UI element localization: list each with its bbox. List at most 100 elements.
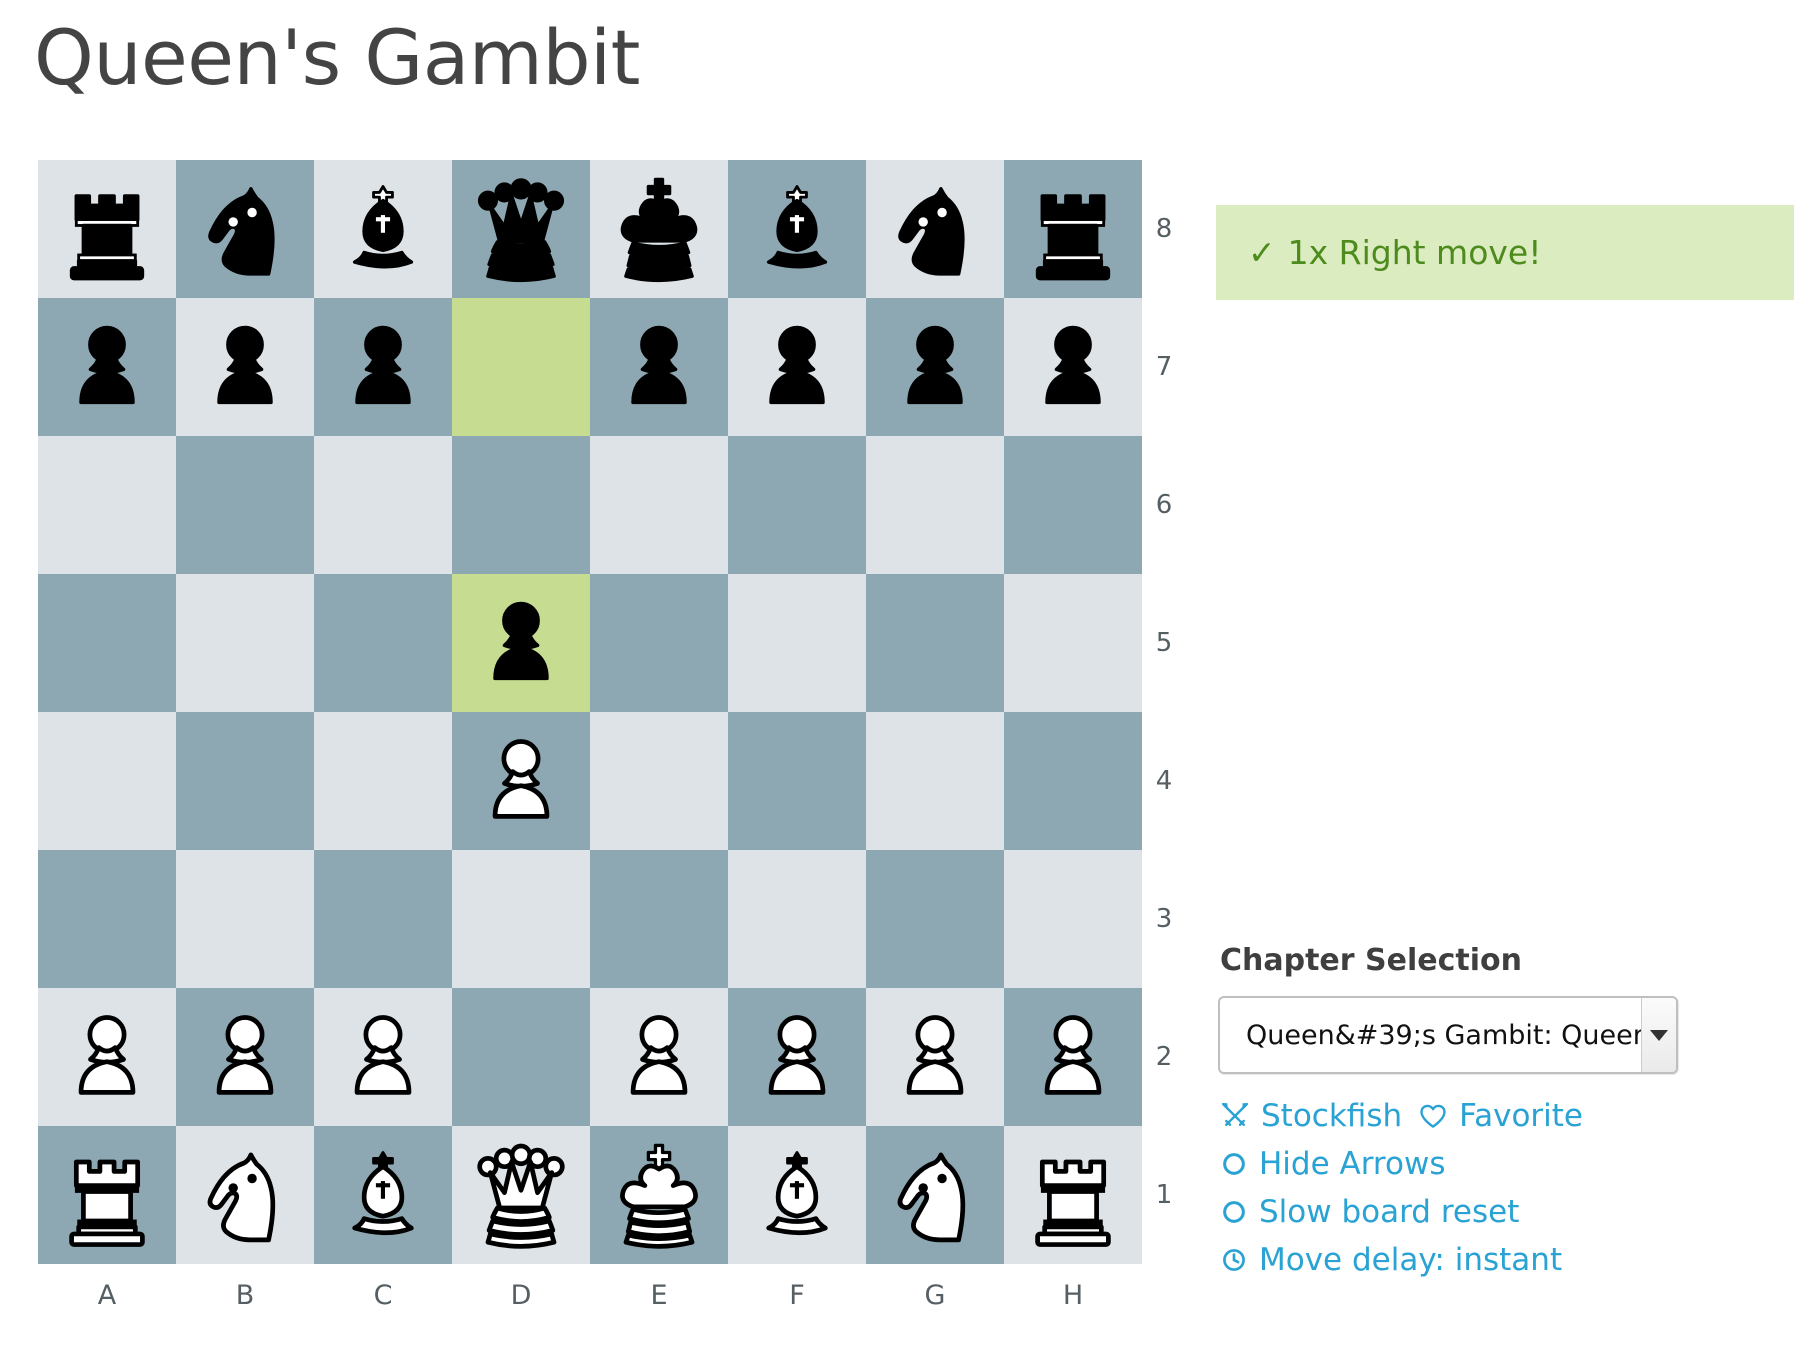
- board-square-c7[interactable]: [314, 298, 452, 436]
- board-square-f4[interactable]: [728, 712, 866, 850]
- board-square-e2[interactable]: [590, 988, 728, 1126]
- black-knight-icon[interactable]: [866, 160, 1004, 298]
- white-pawn-icon[interactable]: [314, 988, 452, 1126]
- action-link-slow-board-reset[interactable]: Slow board reset: [1220, 1194, 1519, 1230]
- board-square-d8[interactable]: [452, 160, 590, 298]
- board-square-g1[interactable]: [866, 1126, 1004, 1264]
- board-square-h5[interactable]: [1004, 574, 1142, 712]
- board-square-c6[interactable]: [314, 436, 452, 574]
- board-square-h8[interactable]: [1004, 160, 1142, 298]
- chapter-select[interactable]: Queen&#39;s Gambit: Queen&#39;s G: [1218, 996, 1678, 1074]
- board-square-h2[interactable]: [1004, 988, 1142, 1126]
- white-bishop-icon[interactable]: [728, 1126, 866, 1264]
- black-bishop-icon[interactable]: [314, 160, 452, 298]
- black-queen-icon[interactable]: [452, 160, 590, 298]
- board-square-h3[interactable]: [1004, 850, 1142, 988]
- action-link-move-delay-instant[interactable]: Move delay: instant: [1220, 1242, 1562, 1278]
- white-king-icon[interactable]: [590, 1126, 728, 1264]
- board-square-g4[interactable]: [866, 712, 1004, 850]
- white-pawn-icon[interactable]: [1004, 988, 1142, 1126]
- white-bishop-icon[interactable]: [314, 1126, 452, 1264]
- board-square-f1[interactable]: [728, 1126, 866, 1264]
- board-square-a3[interactable]: [38, 850, 176, 988]
- board-square-e8[interactable]: [590, 160, 728, 298]
- board-square-a1[interactable]: [38, 1126, 176, 1264]
- chevron-down-icon[interactable]: [1641, 998, 1676, 1072]
- white-pawn-icon[interactable]: [590, 988, 728, 1126]
- black-pawn-icon[interactable]: [452, 574, 590, 712]
- board-square-c1[interactable]: [314, 1126, 452, 1264]
- black-pawn-icon[interactable]: [38, 298, 176, 436]
- board-square-e1[interactable]: [590, 1126, 728, 1264]
- black-pawn-icon[interactable]: [1004, 298, 1142, 436]
- white-rook-icon[interactable]: [1004, 1126, 1142, 1264]
- white-pawn-icon[interactable]: [866, 988, 1004, 1126]
- board-square-h7[interactable]: [1004, 298, 1142, 436]
- black-pawn-icon[interactable]: [590, 298, 728, 436]
- board-square-a6[interactable]: [38, 436, 176, 574]
- chess-board[interactable]: [38, 160, 1142, 1264]
- white-pawn-icon[interactable]: [38, 988, 176, 1126]
- board-square-c2[interactable]: [314, 988, 452, 1126]
- black-rook-icon[interactable]: [1004, 160, 1142, 298]
- white-pawn-icon[interactable]: [452, 712, 590, 850]
- board-square-f2[interactable]: [728, 988, 866, 1126]
- black-pawn-icon[interactable]: [728, 298, 866, 436]
- board-square-f8[interactable]: [728, 160, 866, 298]
- black-pawn-icon[interactable]: [176, 298, 314, 436]
- white-knight-icon[interactable]: [176, 1126, 314, 1264]
- white-pawn-icon[interactable]: [176, 988, 314, 1126]
- white-knight-icon[interactable]: [866, 1126, 1004, 1264]
- black-pawn-icon[interactable]: [314, 298, 452, 436]
- white-rook-icon[interactable]: [38, 1126, 176, 1264]
- board-square-g6[interactable]: [866, 436, 1004, 574]
- board-square-e3[interactable]: [590, 850, 728, 988]
- black-king-icon[interactable]: [590, 160, 728, 298]
- board-square-a2[interactable]: [38, 988, 176, 1126]
- board-square-e4[interactable]: [590, 712, 728, 850]
- board-square-c3[interactable]: [314, 850, 452, 988]
- action-link-favorite[interactable]: Favorite: [1418, 1098, 1583, 1134]
- board-square-c4[interactable]: [314, 712, 452, 850]
- black-knight-icon[interactable]: [176, 160, 314, 298]
- board-square-b5[interactable]: [176, 574, 314, 712]
- board-square-d5[interactable]: [452, 574, 590, 712]
- board-square-f3[interactable]: [728, 850, 866, 988]
- board-square-b1[interactable]: [176, 1126, 314, 1264]
- board-square-f6[interactable]: [728, 436, 866, 574]
- white-queen-icon[interactable]: [452, 1126, 590, 1264]
- board-square-e6[interactable]: [590, 436, 728, 574]
- board-square-a8[interactable]: [38, 160, 176, 298]
- board-square-f7[interactable]: [728, 298, 866, 436]
- board-square-h4[interactable]: [1004, 712, 1142, 850]
- black-bishop-icon[interactable]: [728, 160, 866, 298]
- board-square-c8[interactable]: [314, 160, 452, 298]
- board-square-a5[interactable]: [38, 574, 176, 712]
- board-square-c5[interactable]: [314, 574, 452, 712]
- board-square-e5[interactable]: [590, 574, 728, 712]
- board-square-g8[interactable]: [866, 160, 1004, 298]
- board-square-b8[interactable]: [176, 160, 314, 298]
- board-square-d3[interactable]: [452, 850, 590, 988]
- board-square-b2[interactable]: [176, 988, 314, 1126]
- board-square-g5[interactable]: [866, 574, 1004, 712]
- board-square-h1[interactable]: [1004, 1126, 1142, 1264]
- board-square-g7[interactable]: [866, 298, 1004, 436]
- board-square-d6[interactable]: [452, 436, 590, 574]
- board-square-a4[interactable]: [38, 712, 176, 850]
- action-link-stockfish[interactable]: Stockfish: [1220, 1098, 1402, 1134]
- board-square-d4[interactable]: [452, 712, 590, 850]
- board-square-b6[interactable]: [176, 436, 314, 574]
- board-square-h6[interactable]: [1004, 436, 1142, 574]
- board-square-g3[interactable]: [866, 850, 1004, 988]
- board-square-g2[interactable]: [866, 988, 1004, 1126]
- board-square-b7[interactable]: [176, 298, 314, 436]
- white-pawn-icon[interactable]: [728, 988, 866, 1126]
- board-square-a7[interactable]: [38, 298, 176, 436]
- board-square-d1[interactable]: [452, 1126, 590, 1264]
- black-rook-icon[interactable]: [38, 160, 176, 298]
- board-square-f5[interactable]: [728, 574, 866, 712]
- black-pawn-icon[interactable]: [866, 298, 1004, 436]
- board-square-e7[interactable]: [590, 298, 728, 436]
- board-square-d2[interactable]: [452, 988, 590, 1126]
